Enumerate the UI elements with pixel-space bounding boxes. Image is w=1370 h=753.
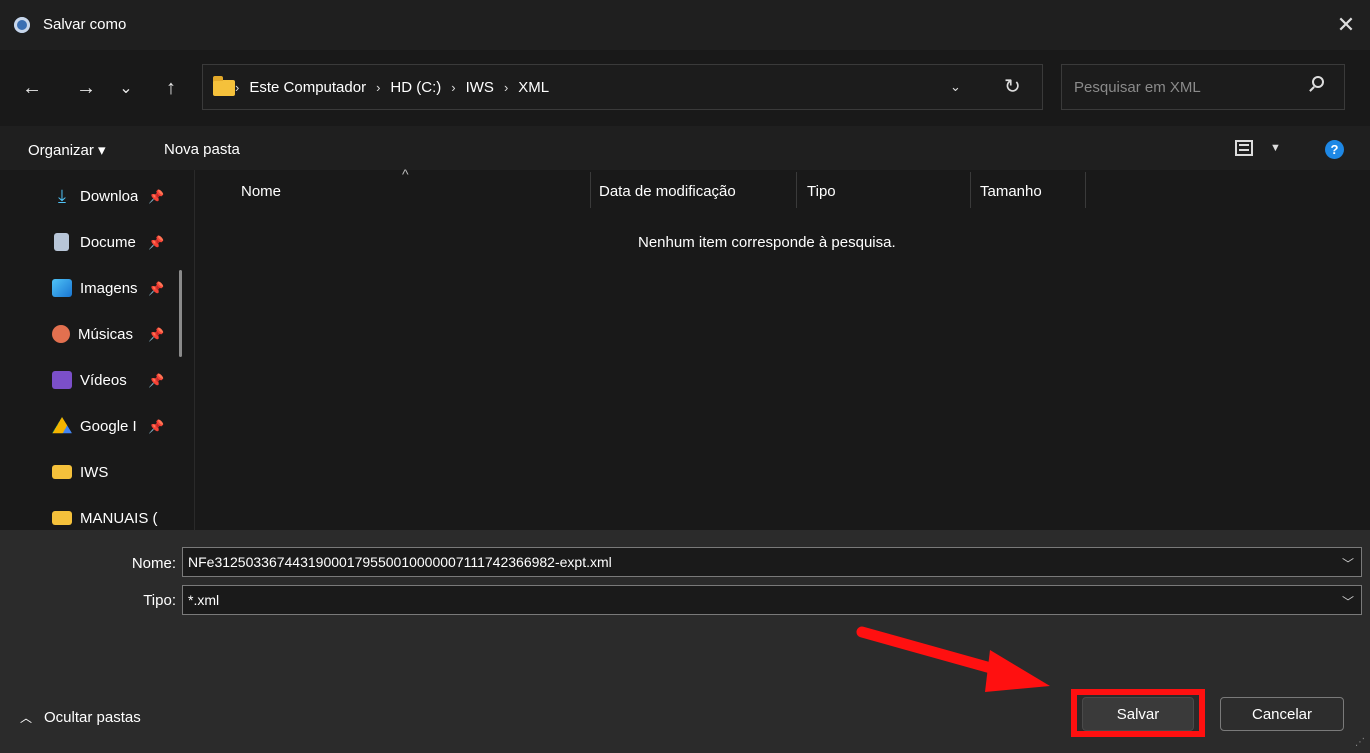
sidebar-item-downloads[interactable]: ⤓ Downloa	[52, 184, 138, 208]
pin-icon[interactable]: 📌	[148, 189, 164, 205]
download-icon: ⤓	[58, 186, 66, 206]
back-button[interactable]: ←	[20, 76, 44, 100]
search-icon[interactable]	[1312, 76, 1324, 88]
up-arrow-icon: ↑	[166, 76, 176, 99]
sidebar-item-images[interactable]: Imagens	[52, 276, 142, 300]
title-bar: Salvar como ✕	[0, 0, 1370, 50]
sidebar-item-iws[interactable]: IWS	[52, 460, 108, 484]
chevron-right-icon: ›	[235, 80, 240, 95]
column-header-name[interactable]: Nome	[241, 183, 281, 200]
chevron-up-icon: ︿	[20, 711, 33, 725]
sidebar-item-manuais[interactable]: MANUAIS (	[52, 506, 170, 530]
pin-icon[interactable]: 📌	[148, 235, 164, 251]
new-folder-button[interactable]: Nova pasta	[164, 141, 240, 158]
chevron-down-icon[interactable]: ﹀	[1342, 555, 1354, 572]
file-type-select[interactable]	[182, 585, 1362, 615]
column-divider[interactable]	[970, 172, 971, 208]
folder-icon	[52, 511, 72, 525]
address-dropdown-icon[interactable]: ⌄	[950, 79, 961, 95]
view-options-icon[interactable]	[1235, 140, 1253, 156]
window-title: Salvar como	[43, 16, 127, 33]
annotation-arrow	[856, 626, 1050, 692]
pin-icon[interactable]: 📌	[148, 281, 164, 297]
document-icon	[54, 233, 69, 251]
breadcrumb: › Este Computador › HD (C:) › IWS › XML	[232, 79, 549, 96]
filename-label: Nome:	[131, 555, 176, 572]
help-icon[interactable]: ?	[1325, 140, 1344, 159]
annotation-highlight-box	[1071, 689, 1205, 737]
forward-button[interactable]: →	[74, 76, 98, 100]
chevron-right-icon: ›	[376, 80, 381, 95]
empty-message: Nenhum item corresponde à pesquisa.	[638, 234, 896, 251]
file-type-value: *.xml	[188, 592, 220, 608]
sidebar-item-google-drive[interactable]: Google I	[52, 414, 138, 438]
sort-ascending-icon: ^	[402, 166, 409, 182]
column-header-size[interactable]: Tamanho	[980, 183, 1042, 200]
sidebar-item-music[interactable]: Músicas	[52, 322, 140, 346]
chevron-down-icon: ⌄	[119, 80, 133, 97]
chevron-right-icon: ›	[451, 80, 456, 95]
column-divider[interactable]	[590, 172, 591, 208]
column-header-date[interactable]: Data de modificação	[599, 183, 736, 200]
save-as-dialog: Salvar como ✕ ← → ⌄ ↑ › Este Computador …	[0, 0, 1370, 753]
music-icon	[52, 325, 70, 343]
google-drive-icon	[52, 417, 72, 434]
close-button[interactable]: ✕	[1328, 8, 1364, 42]
filename-value: NFe3125033674431900017955001000000711174…	[188, 554, 612, 570]
pin-icon[interactable]: 📌	[148, 373, 164, 389]
column-header-type[interactable]: Tipo	[807, 183, 836, 200]
organize-button[interactable]: Organizar ▾	[28, 141, 106, 159]
forward-arrow-icon: →	[76, 76, 96, 99]
breadcrumb-item[interactable]: Este Computador	[249, 79, 366, 96]
refresh-icon[interactable]: ↻	[1004, 74, 1021, 99]
resize-grip-icon[interactable]: ⋰	[1355, 737, 1365, 748]
image-icon	[52, 279, 72, 297]
sidebar-item-documents[interactable]: Docume	[52, 230, 138, 254]
recent-locations-button[interactable]: ⌄	[116, 76, 136, 100]
pin-icon[interactable]: 📌	[148, 327, 164, 343]
video-icon	[52, 371, 72, 389]
column-divider[interactable]	[796, 172, 797, 208]
sidebar-scrollbar[interactable]	[179, 270, 182, 357]
cancel-button[interactable]: Cancelar	[1220, 697, 1344, 731]
hide-folders-button[interactable]: ︿ Ocultar pastas	[20, 709, 141, 726]
pin-icon[interactable]: 📌	[148, 419, 164, 435]
breadcrumb-item[interactable]: IWS	[466, 79, 494, 96]
file-type-label: Tipo:	[143, 592, 176, 609]
close-icon: ✕	[1336, 12, 1356, 37]
chevron-right-icon: ›	[503, 80, 509, 95]
breadcrumb-item[interactable]: HD (C:)	[390, 79, 441, 96]
search-placeholder: Pesquisar em XML	[1074, 79, 1201, 96]
file-list	[195, 170, 1370, 530]
chevron-down-icon[interactable]: ﹀	[1342, 593, 1354, 610]
chevron-down-icon[interactable]: ▼	[1270, 142, 1281, 154]
column-divider[interactable]	[1085, 172, 1086, 208]
folder-icon	[52, 465, 72, 479]
up-button[interactable]: ↑	[160, 76, 182, 100]
app-icon	[14, 17, 30, 33]
breadcrumb-item[interactable]: XML	[518, 79, 549, 96]
sidebar-item-videos[interactable]: Vídeos	[52, 368, 142, 392]
back-arrow-icon: ←	[22, 76, 42, 99]
